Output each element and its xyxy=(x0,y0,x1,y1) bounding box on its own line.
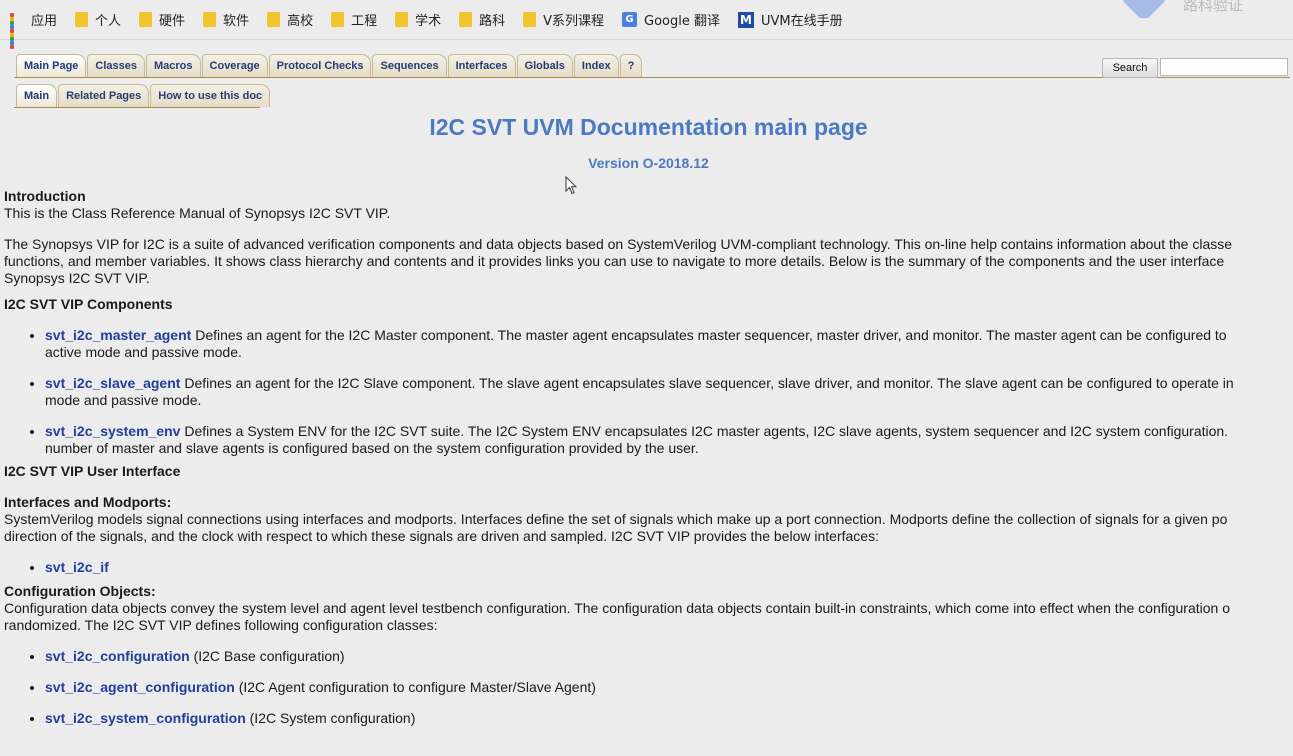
description-line: Synopsys I2C SVT VIP. xyxy=(4,270,150,286)
subtabs-underline xyxy=(14,107,260,108)
bookmark-folder-engineering[interactable]: 工程 xyxy=(331,10,377,29)
intro-text: This is the Class Reference Manual of Sy… xyxy=(4,205,391,221)
tab-classes[interactable]: Classes xyxy=(87,54,145,77)
bookmark-label: 软件 xyxy=(223,14,250,29)
bookmark-folder-hardware[interactable]: 硬件 xyxy=(139,10,185,29)
i2c-if-link[interactable]: svt_i2c_if xyxy=(45,559,109,575)
item-description: mode and passive mode. xyxy=(45,392,202,408)
user-interface-heading: I2C SVT VIP User Interface xyxy=(4,463,181,479)
bookmark-label: V系列课程 xyxy=(543,14,605,29)
bookmark-folder-v-series[interactable]: V系列课程 xyxy=(523,10,604,29)
list-item: svt_i2c_agent_configuration (I2C Agent c… xyxy=(45,679,1293,696)
bookmark-label: 工程 xyxy=(351,14,378,29)
tab-sequences[interactable]: Sequences xyxy=(372,54,447,77)
item-description: (I2C Agent configuration to configure Ma… xyxy=(234,679,596,695)
folder-icon xyxy=(395,12,409,27)
bookmark-folder-academic[interactable]: 学术 xyxy=(395,10,441,29)
tab-main-page[interactable]: Main Page xyxy=(16,54,87,77)
tab-index[interactable]: Index xyxy=(573,54,619,77)
config-list: svt_i2c_configuration (I2C Base configur… xyxy=(4,648,1293,727)
config-text: randomized. The I2C SVT VIP defines foll… xyxy=(4,617,438,633)
bookmarks-bar: 应用 个人 硬件 软件 高校 工程 学术 路科 V系列课程 G Google 翻译… xyxy=(0,0,1293,49)
intro-heading: Introduction xyxy=(4,188,86,204)
item-description: Defines a System ENV for the I2C SVT sui… xyxy=(180,423,1229,439)
search-input[interactable] xyxy=(1160,58,1288,76)
tab-related-pages[interactable]: Related Pages xyxy=(58,84,150,107)
list-item: svt_i2c_system_env Defines a System ENV … xyxy=(45,423,1293,457)
main-tabs: Main Page Classes Macros Coverage Protoc… xyxy=(16,53,643,77)
google-translate-icon: G xyxy=(622,12,638,27)
config-heading: Configuration Objects: xyxy=(4,583,156,599)
bookmark-folder-personal[interactable]: 个人 xyxy=(75,10,121,29)
folder-icon xyxy=(459,12,473,27)
bookmark-label: 学术 xyxy=(415,14,442,29)
tab-coverage[interactable]: Coverage xyxy=(201,54,268,77)
bookmark-label: UVM在线手册 xyxy=(761,14,843,29)
folder-icon xyxy=(139,12,153,27)
search-button[interactable]: Search xyxy=(1102,58,1158,78)
item-description: (I2C Base configuration) xyxy=(189,648,345,664)
folder-icon xyxy=(75,12,89,27)
tab-protocol-checks[interactable]: Protocol Checks xyxy=(268,54,372,77)
components-heading: I2C SVT VIP Components xyxy=(4,296,173,312)
description-line: The Synopsys VIP for I2C is a suite of a… xyxy=(4,236,1233,252)
interfaces-heading: Interfaces and Modports: xyxy=(4,494,172,510)
page-title: I2C SVT UVM Documentation main page xyxy=(429,114,868,140)
agent-configuration-link[interactable]: svt_i2c_agent_configuration xyxy=(45,679,235,695)
tab-main[interactable]: Main xyxy=(16,84,58,107)
mouse-pointer-icon xyxy=(565,176,577,195)
list-item: svt_i2c_if xyxy=(45,559,1293,576)
tab-macros[interactable]: Macros xyxy=(146,54,201,77)
list-item: svt_i2c_master_agent Defines an agent fo… xyxy=(45,327,1293,361)
item-description: active mode and passive mode. xyxy=(45,344,242,360)
bookmark-label: 高校 xyxy=(287,14,314,29)
config-text: Configuration data objects convey the sy… xyxy=(4,600,1230,616)
tab-how-to-use[interactable]: How to use this doc xyxy=(150,84,271,107)
list-item: svt_i2c_system_configuration (I2C System… xyxy=(45,710,1293,727)
i2c-configuration-link[interactable]: svt_i2c_configuration xyxy=(45,648,190,664)
bookmark-apps[interactable]: 应用 xyxy=(10,10,58,49)
folder-icon xyxy=(267,12,281,27)
main-content: I2C SVT UVM Documentation main page Vers… xyxy=(4,110,1293,741)
bookmark-folder-software[interactable]: 软件 xyxy=(203,10,249,29)
interfaces-list: svt_i2c_if xyxy=(4,559,1293,576)
item-description: Defines an agent for the I2C Slave compo… xyxy=(180,375,1234,391)
slave-agent-link[interactable]: svt_i2c_slave_agent xyxy=(45,375,180,391)
version-label: Version O-2018.12 xyxy=(588,155,709,171)
description-line: functions, and member variables. It show… xyxy=(4,253,1225,269)
system-configuration-link[interactable]: svt_i2c_system_configuration xyxy=(45,710,246,726)
bookmark-label: 个人 xyxy=(95,14,122,29)
tab-help[interactable]: ? xyxy=(619,54,643,77)
bookmark-google-translate[interactable]: G Google 翻译 xyxy=(622,10,720,29)
folder-icon xyxy=(523,12,537,27)
system-env-link[interactable]: svt_i2c_system_env xyxy=(45,423,180,439)
bookmark-label: 应用 xyxy=(31,14,58,29)
list-item: svt_i2c_configuration (I2C Base configur… xyxy=(45,648,1293,665)
list-item: svt_i2c_slave_agent Defines an agent for… xyxy=(45,375,1293,409)
bookmark-label: 路科 xyxy=(479,14,506,29)
tab-interfaces[interactable]: Interfaces xyxy=(447,54,516,77)
tabs-underline xyxy=(14,77,1290,78)
bookmark-folder-universities[interactable]: 高校 xyxy=(267,10,313,29)
item-description: (I2C System configuration) xyxy=(245,710,416,726)
bookmark-uvm-manual[interactable]: M UVM在线手册 xyxy=(738,10,843,29)
uvm-icon: M xyxy=(738,11,755,28)
interfaces-text: SystemVerilog models signal connections … xyxy=(4,511,1228,527)
item-description: Defines an agent for the I2C Master comp… xyxy=(191,327,1227,343)
item-description: number of master and slave agents is con… xyxy=(45,440,699,456)
tab-globals[interactable]: Globals xyxy=(516,54,573,77)
components-list: svt_i2c_master_agent Defines an agent fo… xyxy=(4,327,1293,457)
folder-icon xyxy=(203,12,217,27)
bookmark-folder-luke[interactable]: 路科 xyxy=(459,10,505,29)
apps-grid-icon xyxy=(10,12,24,49)
bookmark-label: 硬件 xyxy=(159,14,186,29)
folder-icon xyxy=(331,12,345,27)
interfaces-text: direction of the signals, and the clock … xyxy=(4,528,879,544)
sub-tabs: Main Related Pages How to use this doc xyxy=(16,83,271,107)
bookmark-label: Google 翻译 xyxy=(644,14,721,29)
watermark-logo: 路科验证 xyxy=(1123,0,1293,18)
master-agent-link[interactable]: svt_i2c_master_agent xyxy=(45,327,191,343)
